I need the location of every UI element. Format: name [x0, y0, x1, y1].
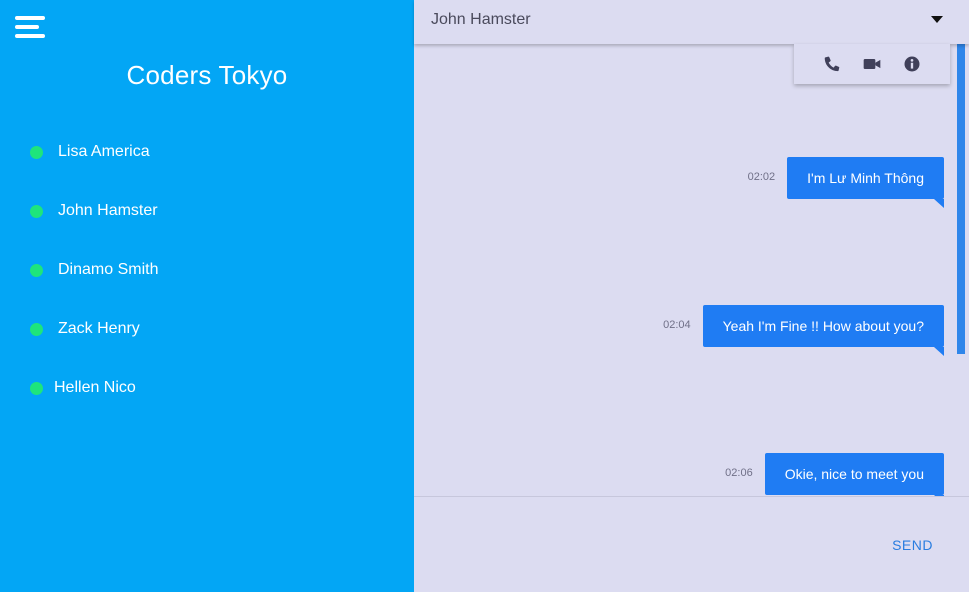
hamburger-menu-icon[interactable] [15, 16, 47, 38]
contact-name: Lisa America [58, 143, 150, 160]
contact-name: Hellen Nico [54, 379, 136, 396]
message-time: 02:04 [663, 319, 691, 331]
online-status-dot [30, 205, 43, 218]
online-status-dot [30, 146, 43, 159]
online-status-dot [30, 382, 43, 395]
caret-down-icon[interactable] [931, 16, 943, 23]
contact-item-dinamo-smith[interactable]: Dinamo Smith [0, 251, 414, 310]
contact-item-hellen-nico[interactable]: Hellen Nico [0, 369, 414, 428]
online-status-dot [30, 323, 43, 336]
video-camera-icon[interactable] [862, 54, 882, 74]
chat-contact-name: John Hamster [431, 11, 531, 28]
phone-icon[interactable] [822, 54, 842, 74]
message-item: 02:02 I'm Lư Minh Thông [748, 157, 944, 208]
message-time: 02:02 [747, 171, 776, 183]
message-list: 02:02 I'm Lư Minh Thông 02:04 Yeah I'm F… [414, 44, 969, 496]
contact-list: Lisa America John Hamster Dinamo Smith Z… [0, 133, 414, 428]
contact-name: Zack Henry [58, 320, 140, 337]
sidebar: Coders Tokyo Lisa America John Hamster D… [0, 0, 414, 592]
call-action-bar [794, 44, 950, 84]
message-composer: SEND [414, 496, 969, 592]
sidebar-title: Coders Tokyo [126, 60, 288, 90]
message-input[interactable] [414, 497, 874, 592]
contact-name: Dinamo Smith [58, 261, 159, 278]
message-bubble: Yeah I'm Fine !! How about you? [702, 305, 945, 356]
messages-scrollbar[interactable] [957, 44, 965, 354]
message-item: 02:06 Okie, nice to meet you [725, 453, 945, 496]
message-bubble: I'm Lư Minh Thông [787, 157, 944, 208]
message-item: 02:04 Yeah I'm Fine !! How about you? [663, 305, 945, 356]
contact-item-zack-henry[interactable]: Zack Henry [0, 310, 414, 369]
contact-item-john-hamster[interactable]: John Hamster [0, 192, 414, 251]
contact-name: John Hamster [58, 202, 158, 219]
info-icon[interactable] [902, 54, 922, 74]
message-bubble: Okie, nice to meet you [764, 453, 945, 496]
message-time: 02:06 [725, 467, 753, 479]
contact-item-lisa-america[interactable]: Lisa America [0, 133, 414, 192]
chat-header: John Hamster [414, 0, 969, 44]
online-status-dot [30, 264, 43, 277]
send-button[interactable]: SEND [892, 537, 933, 553]
